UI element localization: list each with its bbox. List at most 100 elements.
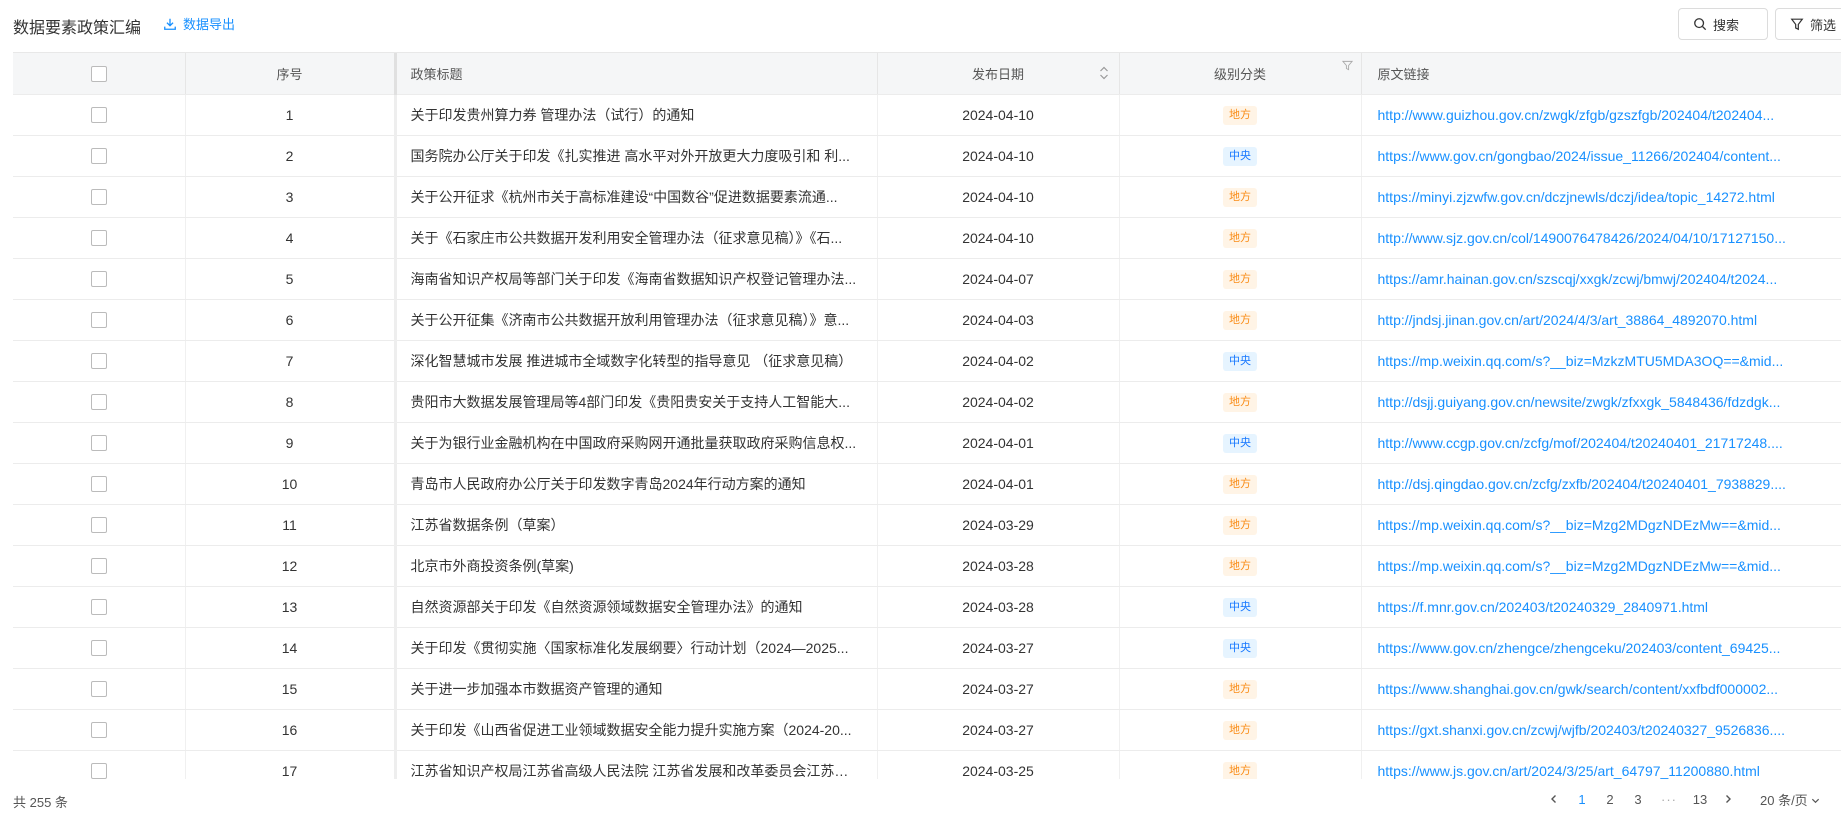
table-row[interactable]: 3 关于公开征求《杭州市关于高标准建设“中国数谷”促进数据要素流通... 2024-… — [13, 176, 1841, 218]
policy-title: 关于《石家庄市公共数据开发利用安全管理办法（征求意见稿）》《石... — [393, 217, 878, 259]
source-link[interactable]: http://www.ccgp.gov.cn/zcfg/mof/202404/t… — [1378, 435, 1783, 451]
filter-button[interactable]: 筛选 — [1775, 8, 1841, 40]
row-checkbox[interactable] — [90, 640, 107, 657]
level-cell: 地方 — [1119, 299, 1362, 341]
row-checkbox[interactable] — [90, 763, 107, 779]
source-link[interactable]: https://www.shanghai.gov.cn/gwk/search/c… — [1378, 681, 1779, 697]
table-row[interactable]: 14 关于印发《贯彻实施〈国家标准化发展纲要〉行动计划（2024—2025... 2… — [13, 627, 1841, 669]
level-tag: 中央 — [1223, 638, 1257, 658]
row-checkbox[interactable] — [90, 558, 107, 575]
table-row[interactable]: 4 关于《石家庄市公共数据开发利用安全管理办法（征求意见稿）》《石... 2024-… — [13, 217, 1841, 259]
source-link[interactable]: http://www.sjz.gov.cn/col/1490076478426/… — [1378, 230, 1786, 246]
source-link-cell: http://jndsj.jinan.gov.cn/art/2024/4/3/a… — [1361, 299, 1841, 341]
table-row[interactable]: 1 关于印发贵州算力券 管理办法（试行）的通知 2024-04-10 地方 http:/… — [13, 94, 1841, 136]
publish-date: 2024-04-10 — [877, 94, 1120, 136]
level-cell: 地方 — [1119, 176, 1362, 218]
row-checkbox[interactable] — [90, 599, 107, 616]
publish-date: 2024-03-25 — [877, 750, 1120, 779]
next-page-button[interactable] — [1714, 791, 1742, 807]
column-header-date[interactable]: 发布日期 — [877, 53, 1120, 95]
policy-title: 关于印发贵州算力券 管理办法（试行）的通知 — [393, 94, 878, 136]
policy-title: 贵阳市大数据发展管理局等4部门印发《贵阳贵安关于支持人工智能大... — [393, 381, 878, 423]
row-number: 8 — [185, 381, 396, 423]
source-link[interactable]: https://www.gov.cn/zhengce/zhengceku/202… — [1378, 640, 1781, 656]
source-link-cell: http://dsjj.guiyang.gov.cn/newsite/zwgk/… — [1361, 381, 1841, 423]
download-icon — [164, 18, 176, 30]
table-row[interactable]: 16 关于印发《山西省促进工业领域数据安全能力提升实施方案（2024-20... 2… — [13, 709, 1841, 751]
table-row[interactable]: 8 贵阳市大数据发展管理局等4部门印发《贵阳贵安关于支持人工智能大... 2024-… — [13, 381, 1841, 423]
row-number: 14 — [185, 627, 396, 669]
source-link[interactable]: https://mp.weixin.qq.com/s?__biz=Mzg2MDg… — [1378, 558, 1781, 574]
sort-icon[interactable] — [1099, 65, 1109, 81]
prev-page-button[interactable] — [1540, 791, 1568, 807]
source-link[interactable]: http://dsj.qingdao.gov.cn/zcfg/zxfb/2024… — [1378, 476, 1786, 492]
level-tag: 地方 — [1223, 515, 1257, 535]
select-all-cell — [13, 53, 186, 95]
table-row[interactable]: 13 自然资源部关于印发《自然资源领域数据安全管理办法》的通知 2024-03-28… — [13, 586, 1841, 628]
source-link[interactable]: http://dsjj.guiyang.gov.cn/newsite/zwgk/… — [1378, 394, 1781, 410]
source-link[interactable]: https://www.gov.cn/gongbao/2024/issue_11… — [1378, 148, 1781, 164]
source-link[interactable]: https://mp.weixin.qq.com/s?__biz=MzkzMTU… — [1378, 353, 1784, 369]
row-checkbox[interactable] — [90, 230, 107, 247]
source-link[interactable]: https://f.mnr.gov.cn/202403/t20240329_28… — [1378, 599, 1709, 615]
level-cell: 地方 — [1119, 668, 1362, 710]
row-number: 11 — [185, 504, 396, 546]
page-1-button[interactable]: 1 — [1568, 792, 1596, 807]
row-number: 13 — [185, 586, 396, 628]
source-link[interactable]: http://jndsj.jinan.gov.cn/art/2024/4/3/a… — [1378, 312, 1758, 328]
level-tag: 地方 — [1223, 720, 1257, 740]
table-row[interactable]: 12 北京市外商投资条例(草案) 2024-03-28 地方 https://mp.we… — [13, 545, 1841, 587]
table-row[interactable]: 7 深化智慧城市发展 推进城市全域数字化转型的指导意见 （征求意见稿） 2024-0… — [13, 340, 1841, 382]
select-all-checkbox[interactable] — [90, 65, 107, 82]
table-row[interactable]: 17 江苏省知识产权局江苏省高级人民法院 江苏省发展和改革委员会江苏省... 202… — [13, 750, 1841, 779]
table-row[interactable]: 11 江苏省数据条例（草案） 2024-03-29 地方 https://mp.weix… — [13, 504, 1841, 546]
row-checkbox[interactable] — [90, 517, 107, 534]
table-row[interactable]: 15 关于进一步加强本市数据资产管理的通知 2024-03-27 地方 https://… — [13, 668, 1841, 710]
source-link[interactable]: https://amr.hainan.gov.cn/szscqj/xxgk/zc… — [1378, 271, 1778, 287]
row-checkbox[interactable] — [90, 189, 107, 206]
source-link-cell: https://mp.weixin.qq.com/s?__biz=Mzg2MDg… — [1361, 504, 1841, 546]
table-row[interactable]: 6 关于公开征集《济南市公共数据开放利用管理办法（征求意见稿）》意... 2024-… — [13, 299, 1841, 341]
source-link[interactable]: https://www.js.gov.cn/art/2024/3/25/art_… — [1378, 763, 1760, 779]
column-filter-icon[interactable] — [1341, 60, 1353, 71]
source-link-cell: http://www.guizhou.gov.cn/zwgk/zfgb/gzsz… — [1361, 94, 1841, 136]
export-data-button[interactable]: 数据导出 — [163, 14, 235, 33]
source-link[interactable]: http://www.guizhou.gov.cn/zwgk/zfgb/gzsz… — [1378, 107, 1775, 123]
row-checkbox[interactable] — [90, 681, 107, 698]
row-checkbox[interactable] — [90, 271, 107, 288]
level-tag: 地方 — [1223, 392, 1257, 412]
level-cell: 地方 — [1119, 750, 1362, 779]
source-link-cell: http://www.sjz.gov.cn/col/1490076478426/… — [1361, 217, 1841, 259]
row-checkbox[interactable] — [90, 476, 107, 493]
page-last-button[interactable]: 13 — [1686, 792, 1714, 807]
row-checkbox[interactable] — [90, 312, 107, 329]
search-button[interactable]: 搜索 — [1678, 8, 1768, 40]
table-row[interactable]: 2 国务院办公厅关于印发《扎实推进 高水平对外开放更大力度吸引和 利... 2024… — [13, 135, 1841, 177]
row-checkbox[interactable] — [90, 107, 107, 124]
row-checkbox[interactable] — [90, 435, 107, 452]
row-number: 6 — [185, 299, 396, 341]
page-size-select[interactable]: 20 条/页 — [1760, 790, 1820, 809]
page-3-button[interactable]: 3 — [1624, 792, 1652, 807]
row-checkbox[interactable] — [90, 394, 107, 411]
row-select-cell — [13, 586, 186, 628]
table-row[interactable]: 9 关于为银行业金融机构在中国政府采购网开通批量获取政府采购信息权... 2024-… — [13, 422, 1841, 464]
table-row[interactable]: 10 青岛市人民政府办公厅关于印发数字青岛2024年行动方案的通知 2024-04-… — [13, 463, 1841, 505]
policy-title: 海南省知识产权局等部门关于印发《海南省数据知识产权登记管理办法... — [393, 258, 878, 300]
row-checkbox[interactable] — [90, 353, 107, 370]
source-link[interactable]: https://gxt.shanxi.gov.cn/zcwj/wjfb/2024… — [1378, 722, 1786, 738]
row-select-cell — [13, 463, 186, 505]
table-row[interactable]: 5 海南省知识产权局等部门关于印发《海南省数据知识产权登记管理办法... 2024-… — [13, 258, 1841, 300]
row-checkbox[interactable] — [90, 722, 107, 739]
source-link[interactable]: https://minyi.zjzwfw.gov.cn/dczjnewls/dc… — [1378, 189, 1775, 205]
page-ellipsis[interactable]: ··· — [1652, 792, 1686, 807]
source-link[interactable]: https://mp.weixin.qq.com/s?__biz=Mzg2MDg… — [1378, 517, 1781, 533]
table-footer: 共 255 条 1 2 3 ··· 13 20 条/页 — [0, 780, 1841, 817]
row-select-cell — [13, 668, 186, 710]
page-2-button[interactable]: 2 — [1596, 792, 1624, 807]
level-tag: 地方 — [1223, 310, 1257, 330]
row-checkbox[interactable] — [90, 148, 107, 165]
level-tag: 地方 — [1223, 187, 1257, 207]
source-link-cell: https://www.gov.cn/gongbao/2024/issue_11… — [1361, 135, 1841, 177]
row-number: 12 — [185, 545, 396, 587]
